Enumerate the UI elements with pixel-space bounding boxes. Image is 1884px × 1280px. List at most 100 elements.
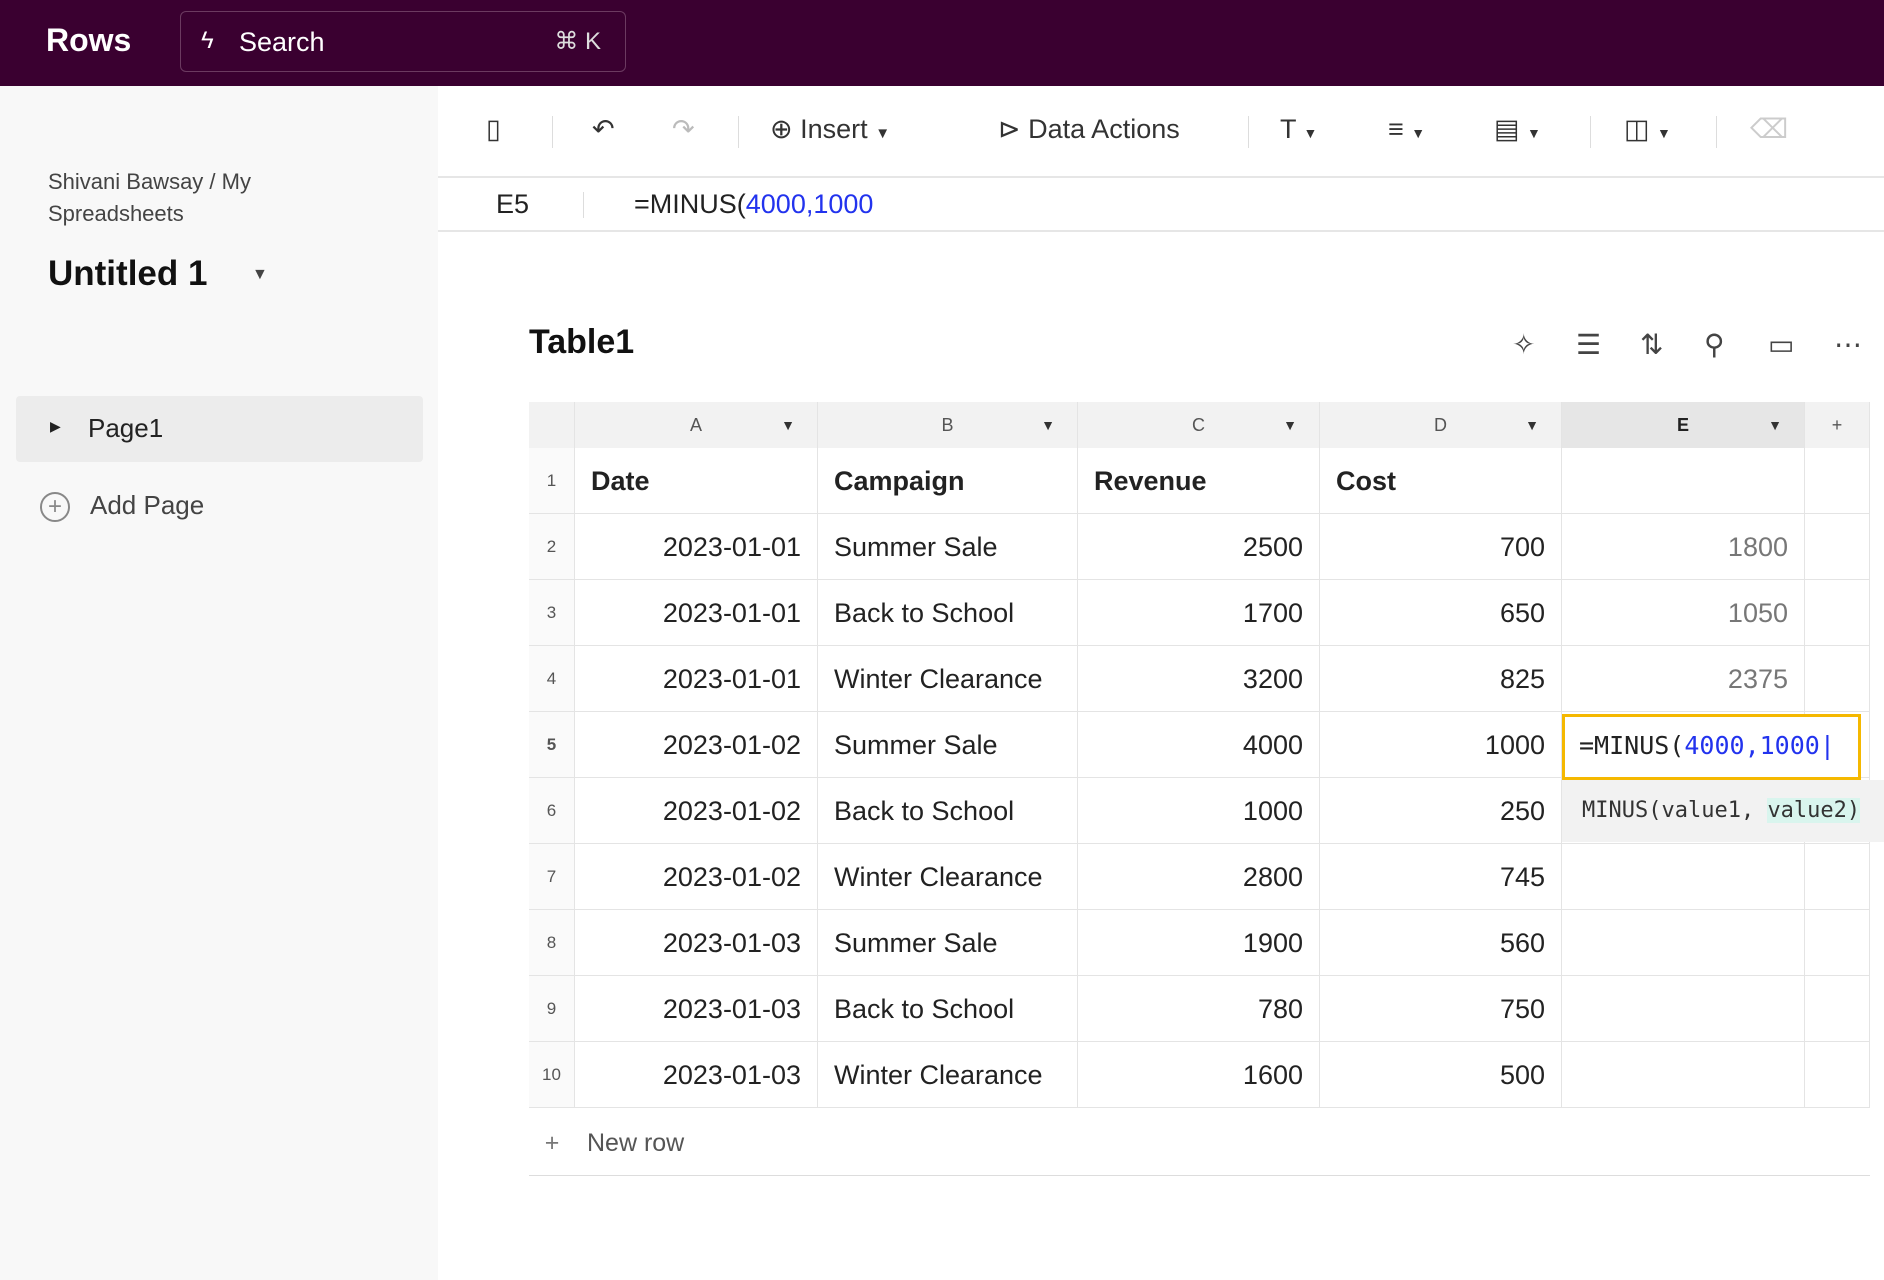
empty-cell[interactable]: [1805, 580, 1870, 646]
row-number[interactable]: 2: [529, 514, 575, 580]
empty-cell[interactable]: [1805, 448, 1870, 514]
sidebar-toggle-icon[interactable]: ▯: [486, 114, 501, 145]
layout-icon[interactable]: ◫ ▼: [1624, 114, 1671, 145]
data-actions-button[interactable]: ⊳ Data Actions: [998, 114, 1180, 145]
align-icon[interactable]: ≡ ▼: [1388, 114, 1425, 145]
ai-sparkle-icon[interactable]: ✧: [1512, 328, 1535, 361]
row-number[interactable]: 3: [529, 580, 575, 646]
header-cell[interactable]: Revenue: [1078, 448, 1320, 514]
table-cell[interactable]: 700: [1320, 514, 1562, 580]
corner-cell[interactable]: [529, 402, 575, 448]
table-cell[interactable]: 2023-01-01: [575, 580, 818, 646]
row-number[interactable]: 10: [529, 1042, 575, 1108]
sort-icon[interactable]: ⇅: [1640, 328, 1663, 361]
table-cell[interactable]: 2023-01-02: [575, 778, 818, 844]
header-cell[interactable]: [1562, 448, 1805, 514]
chevron-down-icon[interactable]: ▼: [1525, 402, 1539, 448]
formula-input[interactable]: =MINUS(4000,1000: [634, 189, 873, 220]
redo-icon[interactable]: ↷: [672, 114, 695, 145]
table-cell[interactable]: 2800: [1078, 844, 1320, 910]
chevron-down-icon[interactable]: ▼: [1041, 402, 1055, 448]
table-cell[interactable]: 2023-01-02: [575, 844, 818, 910]
table-title[interactable]: Table1: [529, 323, 634, 362]
new-row-button[interactable]: + New row: [529, 1110, 1870, 1176]
column-header-d[interactable]: D ▼: [1320, 402, 1562, 448]
empty-cell[interactable]: [1805, 514, 1870, 580]
empty-cell[interactable]: [1805, 1042, 1870, 1108]
table-cell[interactable]: 750: [1320, 976, 1562, 1042]
table-cell[interactable]: 2023-01-01: [575, 646, 818, 712]
row-number[interactable]: 5: [529, 712, 575, 778]
table-cell[interactable]: Summer Sale: [818, 514, 1078, 580]
undo-icon[interactable]: ↶: [592, 114, 615, 145]
search-box[interactable]: ϟ Search ⌘ K: [180, 11, 626, 72]
table-cell[interactable]: [1562, 1042, 1805, 1108]
table-cell[interactable]: Summer Sale: [818, 910, 1078, 976]
breadcrumb[interactable]: Shivani Bawsay / My Spreadsheets: [48, 166, 308, 230]
table-cell[interactable]: 1600: [1078, 1042, 1320, 1108]
table-cell[interactable]: 250: [1320, 778, 1562, 844]
table-cell[interactable]: Back to School: [818, 580, 1078, 646]
add-page-button[interactable]: + Add Page: [40, 490, 204, 523]
table-cell[interactable]: 500: [1320, 1042, 1562, 1108]
table-cell[interactable]: [1562, 844, 1805, 910]
table-cell[interactable]: 745: [1320, 844, 1562, 910]
empty-cell[interactable]: [1805, 646, 1870, 712]
table-cell[interactable]: Winter Clearance: [818, 844, 1078, 910]
column-header-b[interactable]: B ▼: [818, 402, 1078, 448]
table-cell[interactable]: 2023-01-03: [575, 910, 818, 976]
table-cell[interactable]: 780: [1078, 976, 1320, 1042]
column-header-e[interactable]: E ▼: [1562, 402, 1805, 448]
table-cell[interactable]: 650: [1320, 580, 1562, 646]
table-cell[interactable]: 2023-01-03: [575, 976, 818, 1042]
insert-button[interactable]: ⊕ Insert ▼: [770, 114, 890, 145]
add-column-button[interactable]: +: [1805, 402, 1870, 448]
comment-icon[interactable]: ▭: [1768, 328, 1794, 361]
table-cell[interactable]: Winter Clearance: [818, 1042, 1078, 1108]
filter-icon[interactable]: ☰: [1576, 328, 1601, 361]
row-number[interactable]: 6: [529, 778, 575, 844]
cell-editor[interactable]: =MINUS(4000,1000|: [1562, 714, 1861, 780]
table-cell[interactable]: [1562, 910, 1805, 976]
chevron-down-icon[interactable]: ▼: [252, 266, 268, 284]
chevron-down-icon[interactable]: ▼: [1768, 402, 1782, 448]
table-cell[interactable]: 2023-01-02: [575, 712, 818, 778]
table-cell[interactable]: 1050: [1562, 580, 1805, 646]
more-options-icon[interactable]: ⋯: [1834, 328, 1862, 361]
formula-bar[interactable]: E5 =MINUS(4000,1000: [438, 178, 1884, 232]
rows-logo[interactable]: Rows: [46, 22, 131, 59]
column-header-c[interactable]: C ▼: [1078, 402, 1320, 448]
chevron-down-icon[interactable]: ▼: [781, 402, 795, 448]
row-number[interactable]: 1: [529, 448, 575, 514]
empty-cell[interactable]: [1805, 976, 1870, 1042]
table-cell[interactable]: 2023-01-03: [575, 1042, 818, 1108]
table-cell[interactable]: Back to School: [818, 778, 1078, 844]
table-cell[interactable]: 1700: [1078, 580, 1320, 646]
empty-cell[interactable]: [1805, 844, 1870, 910]
search-icon[interactable]: ⚲: [1704, 328, 1725, 361]
number-format-icon[interactable]: ▤ ▼: [1494, 114, 1541, 145]
clear-format-icon[interactable]: ⌫: [1750, 114, 1788, 145]
table-cell[interactable]: 1900: [1078, 910, 1320, 976]
table-cell[interactable]: 560: [1320, 910, 1562, 976]
row-number[interactable]: 7: [529, 844, 575, 910]
header-cell[interactable]: Date: [575, 448, 818, 514]
table-cell[interactable]: 3200: [1078, 646, 1320, 712]
table-cell[interactable]: 2023-01-01: [575, 514, 818, 580]
table-cell[interactable]: 1000: [1078, 778, 1320, 844]
header-cell[interactable]: Cost: [1320, 448, 1562, 514]
row-number[interactable]: 4: [529, 646, 575, 712]
row-number[interactable]: 9: [529, 976, 575, 1042]
document-title[interactable]: Untitled 1: [48, 254, 207, 294]
table-cell[interactable]: Summer Sale: [818, 712, 1078, 778]
table-cell[interactable]: 825: [1320, 646, 1562, 712]
sidebar-item-page1[interactable]: ▶ Page1: [16, 396, 423, 462]
header-cell[interactable]: Campaign: [818, 448, 1078, 514]
table-cell[interactable]: 1800: [1562, 514, 1805, 580]
table-cell[interactable]: Back to School: [818, 976, 1078, 1042]
caret-right-icon[interactable]: ▶: [50, 418, 61, 435]
table-cell[interactable]: 4000: [1078, 712, 1320, 778]
chevron-down-icon[interactable]: ▼: [1283, 402, 1297, 448]
table-cell[interactable]: Winter Clearance: [818, 646, 1078, 712]
table-cell[interactable]: 2500: [1078, 514, 1320, 580]
